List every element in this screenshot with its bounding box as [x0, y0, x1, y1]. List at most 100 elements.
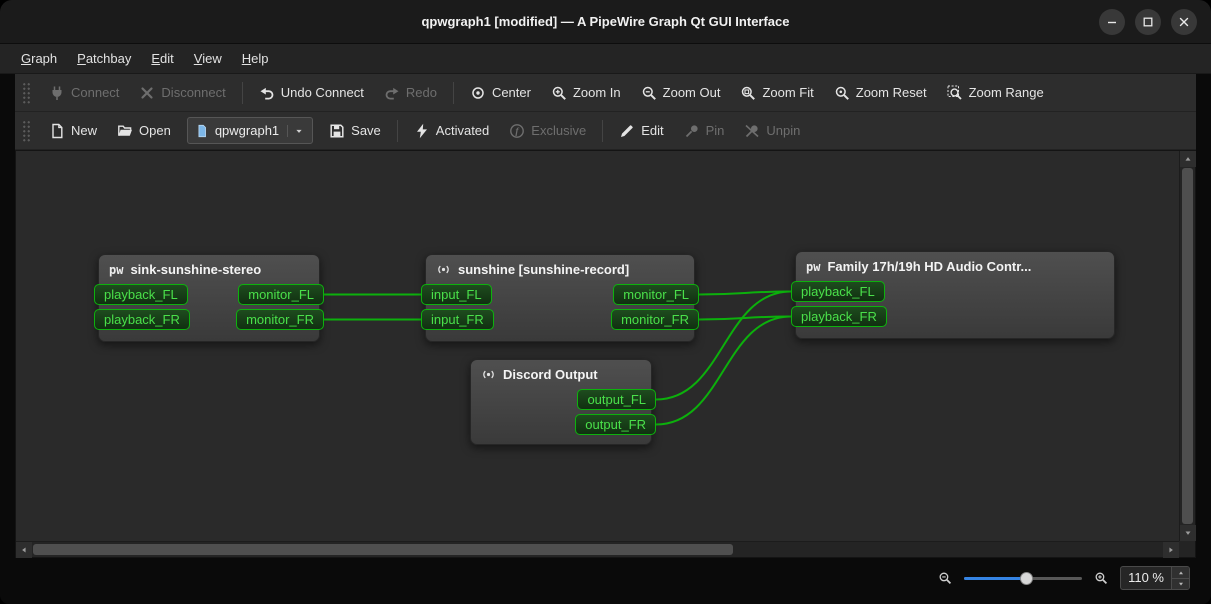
- scrollbar-corner: [1179, 541, 1195, 557]
- graph-node-sunshine[interactable]: sunshine [sunshine-record]input_FLmonito…: [425, 254, 695, 342]
- scroll-down-button[interactable]: [1180, 525, 1196, 541]
- arrow-right-icon: [1166, 545, 1176, 555]
- patchbay-profile-combobox[interactable]: qpwgraph1: [187, 117, 313, 144]
- stream-icon: [481, 367, 496, 382]
- port-row: playback_FR monitor_FR: [94, 309, 324, 330]
- graph-canvas[interactable]: pwsink-sunshine-stereoplayback_FLmonitor…: [16, 151, 1179, 541]
- graph-node-discord[interactable]: Discord Outputoutput_FLoutput_FR: [470, 359, 652, 445]
- scroll-up-button[interactable]: [1180, 151, 1196, 167]
- port-playback_FL[interactable]: playback_FL: [94, 284, 188, 305]
- zoom-value[interactable]: 110 %: [1121, 567, 1171, 589]
- app-window: qpwgraph1 [modified] — A PipeWire Graph …: [0, 0, 1211, 604]
- toolbar-drag-handle[interactable]: [22, 82, 31, 104]
- unpin-icon: [744, 123, 760, 139]
- spin-up-icon: [1177, 569, 1185, 577]
- vertical-scroll-thumb[interactable]: [1182, 168, 1193, 524]
- minimize-button[interactable]: [1099, 9, 1125, 35]
- toolbar-patchbay: New Open qpwgraph1 Save Activated f: [15, 112, 1196, 150]
- spin-buttons: [1171, 567, 1189, 589]
- port-monitor_FL[interactable]: monitor_FL: [613, 284, 699, 305]
- redo-button[interactable]: Redo: [375, 79, 446, 107]
- connection-edges: [16, 151, 1179, 541]
- graph-node-family[interactable]: pwFamily 17h/19h HD Audio Contr...playba…: [795, 251, 1115, 339]
- menu-view[interactable]: View: [185, 47, 231, 70]
- disconnect-button[interactable]: Disconnect: [130, 79, 234, 107]
- port-monitor_FR[interactable]: monitor_FR: [236, 309, 324, 330]
- port-row: playback_FR: [791, 306, 1119, 327]
- node-header[interactable]: pwsink-sunshine-stereo: [99, 255, 319, 280]
- zoom-reset-button[interactable]: Zoom Reset: [825, 79, 936, 107]
- port-output_FL[interactable]: output_FL: [577, 389, 656, 410]
- pipewire-icon: pw: [109, 264, 123, 276]
- toolbar-drag-handle[interactable]: [22, 120, 31, 142]
- horizontal-scroll-thumb[interactable]: [33, 544, 733, 555]
- graph-node-sink[interactable]: pwsink-sunshine-stereoplayback_FLmonitor…: [98, 254, 320, 342]
- horizontal-scrollbar[interactable]: [16, 541, 1179, 557]
- open-button[interactable]: Open: [108, 117, 180, 145]
- close-button[interactable]: [1171, 9, 1197, 35]
- port-monitor_FR[interactable]: monitor_FR: [611, 309, 699, 330]
- vertical-scrollbar[interactable]: [1179, 151, 1195, 541]
- port-playback_FR[interactable]: playback_FR: [94, 309, 190, 330]
- zoom-range-icon: [947, 85, 963, 101]
- zoom-spinbox[interactable]: 110 %: [1120, 566, 1190, 590]
- edit-button[interactable]: Edit: [610, 117, 672, 145]
- toolbar-separator: [397, 120, 398, 142]
- statusbar: 110 %: [15, 561, 1196, 595]
- zoom-range-button[interactable]: Zoom Range: [938, 79, 1053, 107]
- node-header[interactable]: pwFamily 17h/19h HD Audio Contr...: [796, 252, 1114, 277]
- zoom-in-icon: [551, 85, 567, 101]
- status-zoom-out-button[interactable]: [936, 569, 954, 587]
- port-output_FR[interactable]: output_FR: [575, 414, 656, 435]
- scroll-left-button[interactable]: [16, 542, 32, 558]
- port-spacer: [466, 414, 467, 435]
- undo-connect-button[interactable]: Undo Connect: [250, 79, 373, 107]
- menu-graph[interactable]: Graph: [12, 47, 66, 70]
- zoom-fit-label: Zoom Fit: [762, 85, 813, 100]
- close-icon: [1176, 14, 1192, 30]
- menu-edit[interactable]: Edit: [142, 47, 182, 70]
- node-header[interactable]: Discord Output: [471, 360, 651, 385]
- node-header[interactable]: sunshine [sunshine-record]: [426, 255, 694, 280]
- pipewire-icon: pw: [806, 261, 820, 273]
- zoom-fit-button[interactable]: Zoom Fit: [731, 79, 822, 107]
- port-monitor_FL[interactable]: monitor_FL: [238, 284, 324, 305]
- titlebar[interactable]: qpwgraph1 [modified] — A PipeWire Graph …: [0, 0, 1211, 44]
- scroll-right-button[interactable]: [1163, 542, 1179, 558]
- menu-help[interactable]: Help: [233, 47, 278, 70]
- new-button[interactable]: New: [40, 117, 106, 145]
- port-playback_FL[interactable]: playback_FL: [791, 281, 885, 302]
- port-input_FL[interactable]: input_FL: [421, 284, 492, 305]
- disconnect-icon: [139, 85, 155, 101]
- spin-up-button[interactable]: [1172, 567, 1189, 578]
- spin-down-button[interactable]: [1172, 578, 1189, 589]
- new-label: New: [71, 123, 97, 138]
- center-button[interactable]: Center: [461, 79, 540, 107]
- undo-connect-label: Undo Connect: [281, 85, 364, 100]
- port-playback_FR[interactable]: playback_FR: [791, 306, 887, 327]
- connect-button[interactable]: Connect: [40, 79, 128, 107]
- zoom-in-button[interactable]: Zoom In: [542, 79, 630, 107]
- exclusive-button[interactable]: f Exclusive: [500, 117, 595, 145]
- save-button[interactable]: Save: [320, 117, 390, 145]
- pin-label: Pin: [706, 123, 725, 138]
- unpin-button[interactable]: Unpin: [735, 117, 809, 145]
- status-zoom-in-button[interactable]: [1092, 569, 1110, 587]
- vertical-scroll-track[interactable]: [1180, 167, 1195, 525]
- zoom-reset-label: Zoom Reset: [856, 85, 927, 100]
- zoom-slider[interactable]: [964, 569, 1082, 588]
- toolbar-separator: [242, 82, 243, 104]
- file-icon: [195, 124, 209, 138]
- save-label: Save: [351, 123, 381, 138]
- menu-patchbay[interactable]: Patchbay: [68, 47, 140, 70]
- pin-button[interactable]: Pin: [675, 117, 734, 145]
- save-icon: [329, 123, 345, 139]
- port-input_FR[interactable]: input_FR: [421, 309, 494, 330]
- horizontal-scroll-track[interactable]: [32, 542, 1163, 557]
- zoom-out-button[interactable]: Zoom Out: [632, 79, 730, 107]
- activated-button[interactable]: Activated: [405, 117, 498, 145]
- toolbar-separator: [453, 82, 454, 104]
- zoom-slider-handle[interactable]: [1020, 572, 1033, 585]
- connect-label: Connect: [71, 85, 119, 100]
- maximize-button[interactable]: [1135, 9, 1161, 35]
